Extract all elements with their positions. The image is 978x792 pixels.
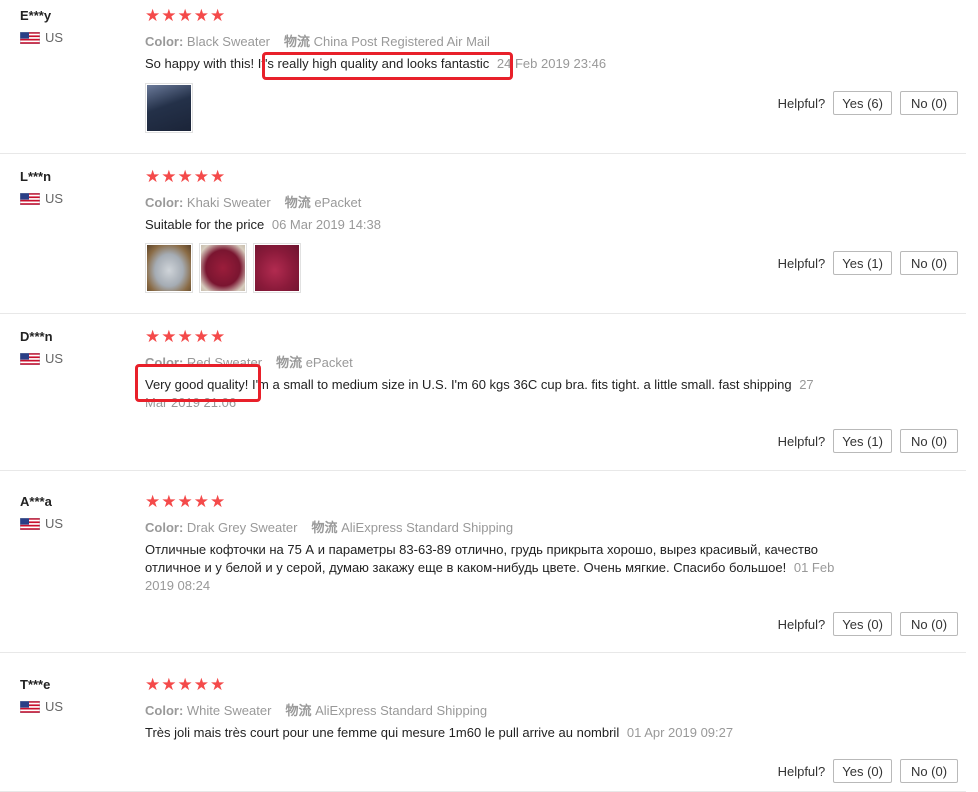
color-value: White Sweater	[186, 703, 272, 718]
reviewer-name: L***n	[20, 169, 52, 184]
color-label: Color:	[145, 355, 184, 370]
rating-stars: ★★★★★	[145, 492, 227, 511]
review-photos	[145, 83, 193, 133]
country-code: US	[45, 30, 64, 45]
shipping-value: ePacket	[305, 355, 353, 370]
helpful-no-button[interactable]: No (0)	[900, 91, 958, 115]
shipping-value: China Post Registered Air Mail	[313, 34, 490, 49]
review-item: A***a US ★★★★★ Color: Drak Grey Sweater 物…	[0, 486, 966, 653]
color-label: Color:	[145, 34, 184, 49]
helpful-label: Helpful?	[777, 763, 826, 779]
review-text: Отличные кофточки на 75 А и параметры 83…	[145, 541, 835, 595]
review-item: D***n US ★★★★★ Color: Red Sweater 物流 ePac…	[0, 321, 966, 471]
helpful-yes-button[interactable]: Yes (0)	[833, 612, 892, 636]
rating-stars: ★★★★★	[145, 327, 227, 346]
color-label: Color:	[145, 520, 184, 535]
helpful-label: Helpful?	[777, 616, 826, 632]
helpful-yes-button[interactable]: Yes (6)	[833, 91, 892, 115]
review-text: Très joli mais très court pour une femme…	[145, 724, 835, 742]
us-flag-icon	[20, 31, 40, 44]
feedback-body: Très joli mais très court pour une femme…	[145, 725, 620, 740]
review-photo[interactable]	[199, 243, 247, 293]
helpful-label: Helpful?	[777, 95, 826, 111]
helpful-yes-button[interactable]: Yes (0)	[833, 759, 892, 783]
reviewer-country: US	[20, 516, 63, 531]
helpful-vote: Helpful? Yes (1) No (0)	[778, 251, 958, 275]
shipping-label: 物流	[311, 520, 338, 535]
color-label: Color:	[145, 703, 184, 718]
color-value: Red Sweater	[186, 355, 263, 370]
review-text: Very good quality! I'm a small to medium…	[145, 376, 835, 412]
shipping-value: ePacket	[314, 195, 362, 210]
color-label: Color:	[145, 195, 184, 210]
feedback-body: Suitable for the price	[145, 217, 265, 232]
reviewer-name: D***n	[20, 329, 53, 344]
reviewer-name: T***e	[20, 677, 51, 692]
shipping-label: 物流	[284, 34, 311, 49]
helpful-no-button[interactable]: No (0)	[900, 612, 958, 636]
review-text: Suitable for the price 06 Mar 2019 14:38	[145, 216, 835, 234]
country-code: US	[45, 516, 64, 531]
review-date: 01 Apr 2019 09:27	[626, 725, 734, 740]
review-meta: Color: Red Sweater 物流 ePacket	[145, 352, 353, 371]
rating-stars: ★★★★★	[145, 675, 227, 694]
reviewer-name: A***a	[20, 494, 52, 509]
review-meta: Color: White Sweater 物流 AliExpress Standa…	[145, 700, 487, 719]
helpful-vote: Helpful? Yes (1) No (0)	[778, 429, 958, 453]
reviewer-country: US	[20, 191, 63, 206]
helpful-vote: Helpful? Yes (0) No (0)	[778, 612, 958, 636]
review-item: L***n US ★★★★★ Color: Khaki Sweater 物流 eP…	[0, 161, 966, 314]
color-value: Black Sweater	[186, 34, 270, 49]
shipping-label: 物流	[284, 195, 311, 210]
review-item: T***e US ★★★★★ Color: White Sweater 物流 Al…	[0, 669, 966, 792]
review-photo[interactable]	[145, 243, 193, 293]
us-flag-icon	[20, 192, 40, 205]
helpful-label: Helpful?	[777, 433, 826, 449]
review-meta: Color: Drak Grey Sweater 物流 AliExpress St…	[145, 517, 513, 536]
shipping-label: 物流	[285, 703, 312, 718]
helpful-no-button[interactable]: No (0)	[900, 429, 958, 453]
color-value: Drak Grey Sweater	[186, 520, 298, 535]
helpful-vote: Helpful? Yes (6) No (0)	[778, 91, 958, 115]
review-meta: Color: Khaki Sweater 物流 ePacket	[145, 192, 361, 211]
country-code: US	[45, 699, 64, 714]
color-value: Khaki Sweater	[186, 195, 271, 210]
shipping-value: AliExpress Standard Shipping	[315, 703, 488, 718]
shipping-label: 物流	[276, 355, 303, 370]
review-photo[interactable]	[145, 83, 193, 133]
review-date: 06 Mar 2019 14:38	[271, 217, 381, 232]
helpful-yes-button[interactable]: Yes (1)	[833, 251, 892, 275]
rating-stars: ★★★★★	[145, 6, 227, 25]
helpful-vote: Helpful? Yes (0) No (0)	[778, 759, 958, 783]
feedback-body: So happy with this! It's really high qua…	[145, 56, 490, 71]
helpful-yes-button[interactable]: Yes (1)	[833, 429, 892, 453]
reviewer-country: US	[20, 699, 63, 714]
reviewer-name: E***y	[20, 8, 52, 23]
us-flag-icon	[20, 352, 40, 365]
review-text: So happy with this! It's really high qua…	[145, 55, 835, 73]
reviewer-country: US	[20, 30, 63, 45]
review-date: 24 Feb 2019 23:46	[496, 56, 607, 71]
review-photos	[145, 243, 301, 293]
review-meta: Color: Black Sweater 物流 China Post Regist…	[145, 31, 490, 50]
us-flag-icon	[20, 517, 40, 530]
shipping-value: AliExpress Standard Shipping	[341, 520, 514, 535]
helpful-no-button[interactable]: No (0)	[900, 251, 958, 275]
review-photo[interactable]	[253, 243, 301, 293]
us-flag-icon	[20, 700, 40, 713]
feedback-body: Very good quality! I'm a small to medium…	[145, 377, 792, 392]
review-item: E***y US ★★★★★ Color: Black Sweater 物流 Ch…	[0, 0, 966, 154]
feedback-body: Отличные кофточки на 75 А и параметры 83…	[145, 542, 818, 575]
helpful-no-button[interactable]: No (0)	[900, 759, 958, 783]
country-code: US	[45, 191, 64, 206]
helpful-label: Helpful?	[777, 255, 826, 271]
country-code: US	[45, 351, 64, 366]
rating-stars: ★★★★★	[145, 167, 227, 186]
reviewer-country: US	[20, 351, 63, 366]
